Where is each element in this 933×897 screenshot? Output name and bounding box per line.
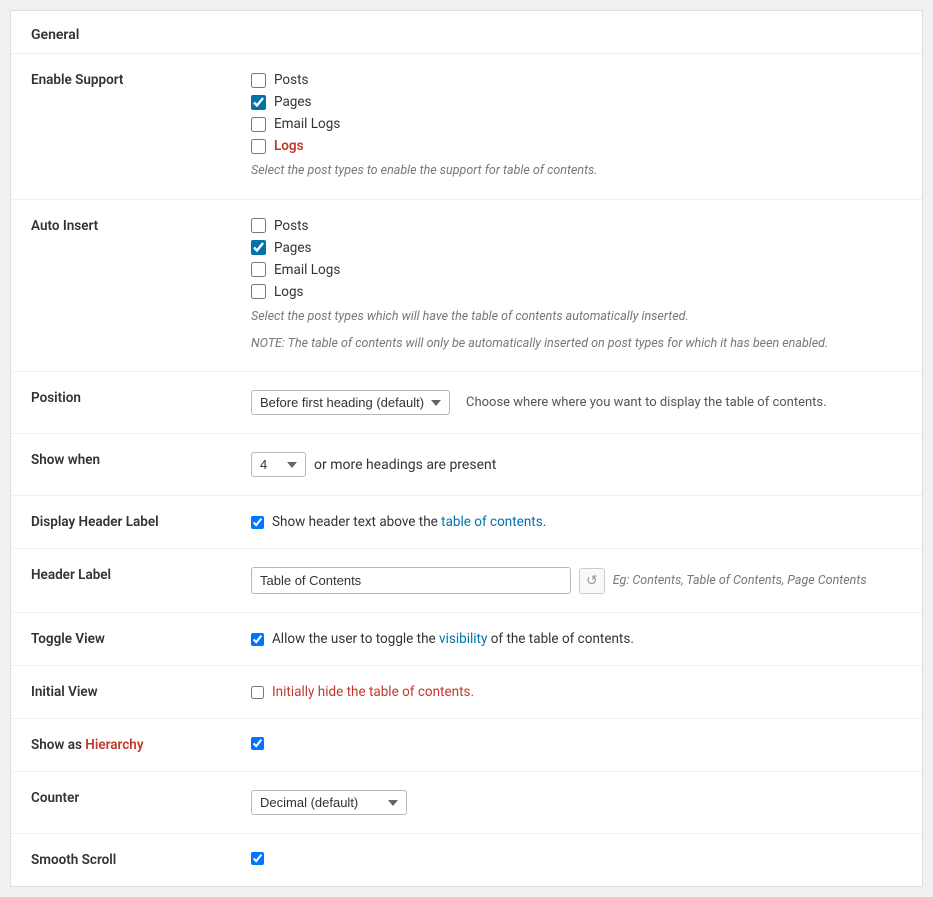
enable-posts-row: Posts	[251, 72, 902, 88]
header-label-input[interactable]	[251, 567, 571, 594]
enable-support-row: Enable Support Posts Pages Email Logs	[11, 54, 922, 199]
auto-insert-value: Posts Pages Email Logs Logs Select the	[231, 199, 922, 372]
auto-pages-label: Pages	[274, 240, 312, 256]
show-when-suffix: or more headings are present	[314, 457, 496, 473]
toggle-view-label: Toggle View	[11, 613, 231, 666]
initial-view-description: Initially hide the table of contents.	[272, 684, 474, 700]
header-label-eg-text: Eg: Contents, Table of Contents, Page Co…	[613, 573, 867, 588]
enable-posts-label: Posts	[274, 72, 308, 88]
auto-insert-label: Auto Insert	[11, 199, 231, 372]
smooth-scroll-checkbox[interactable]	[251, 852, 264, 865]
counter-value: None Decimal (default) Decimal leading z…	[231, 772, 922, 834]
reset-icon[interactable]: ↺	[579, 568, 605, 594]
header-label-label: Header Label	[11, 549, 231, 613]
auto-emaillogs-checkbox[interactable]	[251, 262, 266, 277]
display-header-label-value: Show header text above the table of cont…	[231, 496, 922, 549]
auto-pages-checkbox[interactable]	[251, 240, 266, 255]
counter-select[interactable]: None Decimal (default) Decimal leading z…	[251, 790, 407, 815]
show-when-label: Show when	[11, 434, 231, 496]
auto-posts-label: Posts	[274, 218, 308, 234]
enable-support-label: Enable Support	[11, 54, 231, 199]
smooth-scroll-label: Smooth Scroll	[11, 834, 231, 887]
position-description: Choose where where you want to display t…	[466, 395, 827, 410]
auto-insert-row: Auto Insert Posts Pages Email Logs	[11, 199, 922, 372]
show-as-hierarchy-row: Show as Hierarchy	[11, 719, 922, 772]
display-header-description: Show header text above the table of cont…	[272, 514, 546, 530]
section-title: General	[11, 11, 922, 54]
toggle-view-checkbox[interactable]	[251, 633, 264, 646]
settings-table: Enable Support Posts Pages Email Logs	[11, 54, 922, 886]
toggle-view-value: Allow the user to toggle the visibility …	[231, 613, 922, 666]
auto-pages-row: Pages	[251, 240, 902, 256]
auto-insert-description2: NOTE: The table of contents will only be…	[251, 335, 902, 354]
initial-view-row: Initial View Initially hide the table of…	[11, 666, 922, 719]
smooth-scroll-value	[231, 834, 922, 887]
show-as-hierarchy-value	[231, 719, 922, 772]
enable-posts-checkbox[interactable]	[251, 73, 266, 88]
settings-container: General Enable Support Posts Pages	[10, 10, 923, 887]
auto-logs-row: Logs	[251, 284, 902, 300]
show-as-hierarchy-checkbox[interactable]	[251, 737, 264, 750]
auto-logs-label: Logs	[274, 284, 304, 300]
toggle-view-description: Allow the user to toggle the visibility …	[272, 631, 634, 647]
enable-emaillogs-label: Email Logs	[274, 116, 340, 132]
enable-emaillogs-checkbox[interactable]	[251, 117, 266, 132]
auto-posts-row: Posts	[251, 218, 902, 234]
enable-logs-checkbox[interactable]	[251, 139, 266, 154]
auto-logs-checkbox[interactable]	[251, 284, 266, 299]
smooth-scroll-row: Smooth Scroll	[11, 834, 922, 887]
show-as-hierarchy-label: Show as Hierarchy	[11, 719, 231, 772]
display-header-checkbox[interactable]	[251, 516, 264, 529]
auto-emaillogs-row: Email Logs	[251, 262, 902, 278]
enable-support-description: Select the post types to enable the supp…	[251, 162, 902, 181]
position-row: Position Before first heading (default) …	[11, 372, 922, 434]
toggle-view-row: Toggle View Allow the user to toggle the…	[11, 613, 922, 666]
enable-pages-row: Pages	[251, 94, 902, 110]
position-label: Position	[11, 372, 231, 434]
enable-pages-checkbox[interactable]	[251, 95, 266, 110]
initial-view-checkbox[interactable]	[251, 686, 264, 699]
counter-label: Counter	[11, 772, 231, 834]
header-label-value: ↺ Eg: Contents, Table of Contents, Page …	[231, 549, 922, 613]
show-when-row: Show when 2 3 4 5 6 7 8 9 10	[11, 434, 922, 496]
auto-posts-checkbox[interactable]	[251, 218, 266, 233]
initial-view-label: Initial View	[11, 666, 231, 719]
show-when-value: 2 3 4 5 6 7 8 9 10 or more headings are …	[231, 434, 922, 496]
initial-view-value: Initially hide the table of contents.	[231, 666, 922, 719]
position-select[interactable]: Before first heading (default) After fir…	[251, 390, 450, 415]
position-value: Before first heading (default) After fir…	[231, 372, 922, 434]
counter-row: Counter None Decimal (default) Decimal l…	[11, 772, 922, 834]
auto-emaillogs-label: Email Logs	[274, 262, 340, 278]
enable-logs-label: Logs	[274, 138, 304, 154]
enable-support-value: Posts Pages Email Logs Logs Select the	[231, 54, 922, 199]
display-header-label-label: Display Header Label	[11, 496, 231, 549]
enable-logs-row: Logs	[251, 138, 902, 154]
enable-pages-label: Pages	[274, 94, 312, 110]
enable-emaillogs-row: Email Logs	[251, 116, 902, 132]
header-label-row: Header Label ↺ Eg: Contents, Table of Co…	[11, 549, 922, 613]
show-when-select[interactable]: 2 3 4 5 6 7 8 9 10	[251, 452, 306, 477]
display-header-label-row: Display Header Label Show header text ab…	[11, 496, 922, 549]
auto-insert-description1: Select the post types which will have th…	[251, 308, 902, 327]
